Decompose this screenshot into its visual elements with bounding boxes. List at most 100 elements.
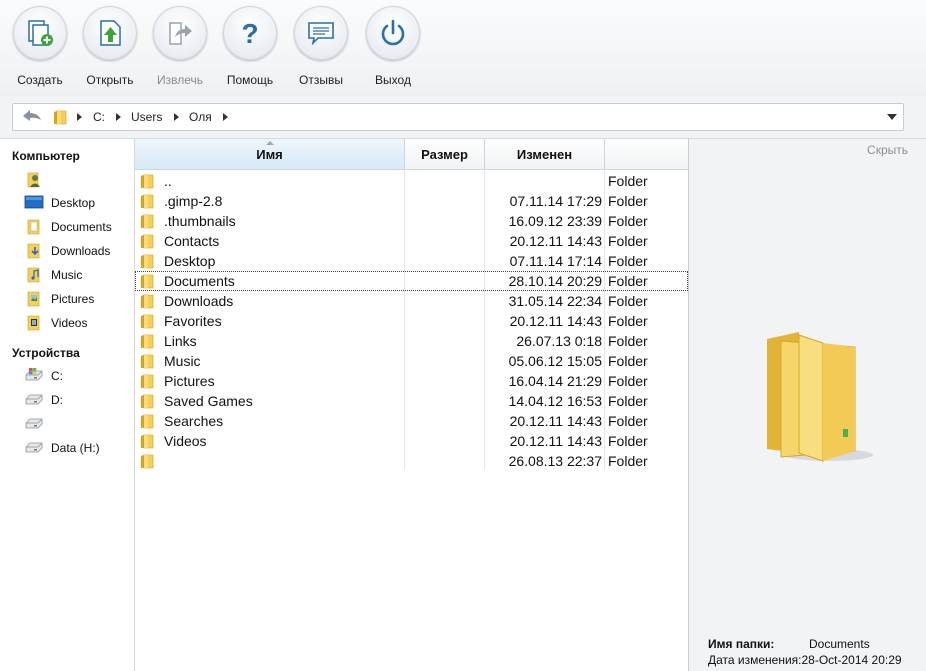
column-header-type[interactable] [605,139,688,169]
row-modified: 05.06.12 15:05 [508,353,602,369]
documents-folder-icon [27,219,40,235]
table-row[interactable]: Music 05.06.12 15:05 Folder [135,351,688,371]
table-row[interactable]: .gimp-2.8 07.11.14 17:29 Folder [135,191,688,211]
row-name: Music [164,353,201,369]
sidebar-item-drive-d[interactable]: D: [24,390,132,410]
table-row[interactable]: Contacts 20.12.11 14:43 Folder [135,231,688,251]
folder-icon [140,393,154,409]
svg-text:?: ? [241,18,258,48]
table-row[interactable]: Saved Games 14.04.12 16:53 Folder [135,391,688,411]
row-modified: 16.09.12 23:39 [508,213,602,229]
open-archive-icon [100,20,121,46]
column-header-modified[interactable]: Изменен [485,139,605,169]
row-type: Folder [608,253,648,269]
table-row[interactable]: Favorites 20.12.11 14:43 Folder [135,311,688,331]
table-row[interactable]: .thumbnails 16.09.12 23:39 Folder [135,211,688,231]
hide-preview-link[interactable]: Скрыть [867,143,908,157]
sidebar-item-label: Videos [51,316,88,330]
folder-icon [140,173,154,189]
file-list: Имя Размер Изменен .. Folder .gimp-2.8 07.1… [135,139,689,671]
folder-icon [140,293,154,309]
date-modified-label: Дата изменения: [708,653,802,667]
column-header-size[interactable]: Размер [405,139,485,169]
folder-name-label: Имя папки: [708,637,775,651]
sidebar-item-desktop[interactable]: Desktop [24,193,132,213]
table-row[interactable]: 26.08.13 22:37 Folder [135,451,688,471]
sort-ascending-icon [266,141,274,145]
videos-folder-icon [27,315,40,331]
table-row[interactable]: Desktop 07.11.14 17:14 Folder [135,251,688,271]
address-bar[interactable]: C: Users Оля [12,103,904,131]
table-row[interactable]: Videos 20.12.11 14:43 Folder [135,431,688,451]
toolbar: Создать Открыть Извлечь ? Помощь Отзывы … [0,0,926,97]
drive-icon [24,439,44,456]
folder-name-value: Documents [809,637,870,651]
table-row[interactable]: Searches 20.12.11 14:43 Folder [135,411,688,431]
row-type: Folder [608,393,648,409]
crumb-users[interactable]: Users [131,110,162,124]
table-row[interactable]: Links 26.07.13 0:18 Folder [135,331,688,351]
sidebar-item-drive[interactable] [24,414,132,434]
large-folder-icon [767,332,873,462]
table-row[interactable]: .. Folder [135,171,688,191]
speech-bubble-icon [308,22,334,46]
row-name: Documents [164,273,235,289]
pictures-folder-icon [27,291,40,307]
exit-button[interactable]: Выход [358,2,428,94]
sidebar-item-label: C: [51,369,63,383]
row-name: Favorites [164,313,222,329]
row-name: Pictures [164,373,215,389]
extract-icon [169,22,192,45]
sidebar-item-drive-c[interactable]: C: [24,366,132,386]
row-name: Desktop [164,253,216,269]
row-name: Contacts [164,233,220,249]
crumb-separator-icon [77,113,82,121]
feedback-button[interactable]: Отзывы [286,2,356,94]
row-modified: 20.12.11 14:43 [509,313,602,329]
folder-icon [140,333,154,349]
row-type: Folder [608,293,648,309]
sidebar-item-user[interactable] [24,170,132,190]
sidebar-item-music[interactable]: Music [24,265,132,285]
sidebar-item-documents[interactable]: Documents [24,217,132,237]
downloads-folder-icon [27,243,40,259]
row-type: Folder [608,373,648,389]
sidebar-item-drive-h[interactable]: Data (H:) [24,438,132,458]
dropdown-arrow-icon[interactable] [887,114,897,120]
row-type: Folder [608,233,648,249]
sidebar-item-label: Data (H:) [51,441,100,455]
table-row[interactable]: Documents 28.10.14 20:29 Folder [135,271,688,291]
date-modified-value: 28-Oct-2014 20:29 [801,653,902,667]
preview-pane: Скрыть Имя папки: Documents Дата изменен… [689,139,926,671]
back-arrow-icon[interactable] [21,108,43,124]
help-button[interactable]: ? Помощь [215,2,285,94]
row-type: Folder [608,453,648,469]
power-icon [381,19,405,46]
devices-section-title: Устройства [12,346,80,360]
folder-icon [140,413,154,429]
row-modified: 07.11.14 17:29 [509,193,602,209]
sidebar-item-pictures[interactable]: Pictures [24,289,132,309]
row-name: .thumbnails [164,213,236,229]
sidebar-item-downloads[interactable]: Downloads [24,241,132,261]
row-modified: 20.12.11 14:43 [509,413,602,429]
row-modified: 20.12.11 14:43 [509,233,602,249]
row-modified: 26.08.13 22:37 [508,453,602,469]
folder-icon [53,109,67,125]
sidebar-item-label: Pictures [51,292,95,306]
crumb-drive[interactable]: C: [93,110,105,124]
sidebar-item-label: Music [51,268,83,282]
folder-icon [140,213,154,229]
row-name: .gimp-2.8 [164,193,223,209]
table-row[interactable]: Pictures 16.04.14 21:29 Folder [135,371,688,391]
row-type: Folder [608,413,648,429]
row-modified: 20.12.11 14:43 [509,433,602,449]
row-type: Folder [608,193,648,209]
sidebar-item-videos[interactable]: Videos [24,313,132,333]
row-type: Folder [608,433,648,449]
user-folder-icon [27,172,40,188]
crumb-user[interactable]: Оля [189,110,212,124]
row-type: Folder [608,333,648,349]
row-name: Searches [164,413,224,429]
table-row[interactable]: Downloads 31.05.14 22:34 Folder [135,291,688,311]
